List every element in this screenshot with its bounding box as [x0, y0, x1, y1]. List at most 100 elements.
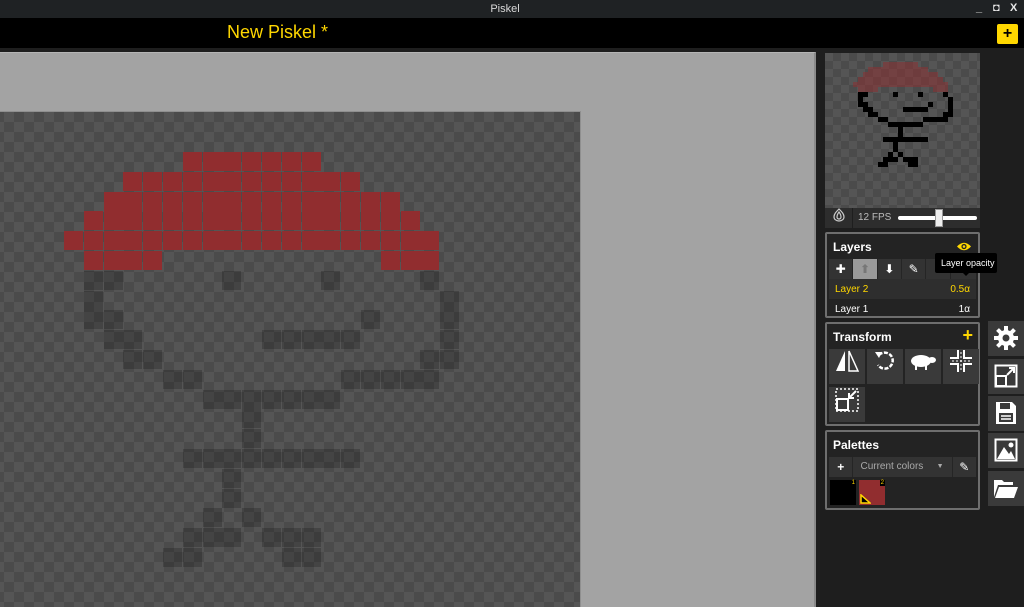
canvas-pixel-red: [222, 152, 242, 171]
canvas-pixel-outline: [420, 270, 440, 290]
drawing-canvas[interactable]: [0, 112, 580, 607]
canvas-pixel-red: [202, 171, 222, 191]
palette-color-1[interactable]: 1: [830, 480, 856, 505]
onion-skin-toggle[interactable]: [825, 208, 853, 228]
canvas-pixel-outline: [281, 548, 301, 567]
fps-slider-thumb[interactable]: [935, 209, 944, 227]
preview-pixel-outline: [883, 162, 888, 167]
center-button[interactable]: [943, 349, 979, 384]
document-title[interactable]: New Piskel *: [227, 22, 328, 43]
move-layer-down-button[interactable]: ⬇: [878, 259, 903, 279]
pencil-icon: ✎: [959, 460, 970, 474]
clone-button[interactable]: [905, 349, 941, 384]
canvas-pixel-red: [341, 191, 361, 211]
layers-title: Layers: [833, 240, 872, 254]
add-palette-button[interactable]: +: [829, 457, 854, 477]
canvas-pixel-red: [380, 191, 400, 211]
plus-icon: +: [837, 460, 845, 474]
canvas-pixel-outline: [242, 409, 262, 429]
canvas-pixel-outline: [242, 389, 262, 409]
layer-opacity[interactable]: 1α: [959, 304, 970, 315]
canvas-pixel-red: [64, 231, 83, 251]
canvas-pixel-red: [123, 191, 143, 211]
preview-pixel-outline: [863, 92, 868, 97]
sheep-icon: [911, 355, 936, 370]
flip-button[interactable]: [829, 349, 865, 384]
export-button[interactable]: [988, 433, 1024, 468]
canvas-pixel-outline: [281, 449, 301, 468]
canvas-pixel-red: [341, 211, 361, 231]
canvas-pixel-outline: [301, 449, 321, 468]
canvas-pixel-outline: [281, 389, 301, 409]
canvas-pixel-red: [420, 251, 440, 270]
canvas-pixel-outline: [400, 369, 420, 389]
canvas-pixel-red: [262, 191, 281, 211]
canvas-pixel-red: [123, 211, 143, 231]
palette-color-2[interactable]: 2: [859, 480, 885, 505]
canvas-pixel-outline: [301, 548, 321, 567]
open-button[interactable]: [988, 471, 1024, 506]
canvas-pixel-outline: [281, 330, 301, 350]
layer-opacity[interactable]: 0.5α: [950, 284, 970, 295]
maximize-button[interactable]: ◘: [993, 2, 1000, 14]
canvas-pixel-outline: [321, 270, 341, 290]
arrow-up-icon: ⬆: [859, 262, 871, 276]
add-layer-button[interactable]: ✚: [829, 259, 854, 279]
app-header: New Piskel * +: [0, 18, 1024, 48]
canvas-pixel-red: [163, 211, 182, 231]
canvas-pixel-outline: [420, 369, 440, 389]
minimize-button[interactable]: _: [976, 2, 982, 14]
rotate-button[interactable]: [867, 349, 903, 384]
plus-icon[interactable]: +: [962, 325, 973, 346]
edit-palette-button[interactable]: ✎: [953, 457, 976, 477]
canvas-pixel-outline: [202, 508, 222, 528]
canvas-pixel-outline: [440, 350, 460, 369]
move-layer-up-button[interactable]: ⬆: [853, 259, 878, 279]
canvas-pixel-outline: [242, 429, 262, 449]
palette-toolbar: + Current colors ▼ ✎: [829, 457, 976, 477]
canvas-pixel-red: [262, 152, 281, 171]
settings-button[interactable]: [988, 321, 1024, 356]
canvas-pixel-red: [301, 191, 321, 211]
layer-item-2[interactable]: Layer 2 0.5α: [829, 279, 976, 299]
fps-bar: 12 FPS: [825, 208, 980, 228]
resize-button[interactable]: [988, 359, 1024, 394]
canvas-pixel-outline: [182, 449, 202, 468]
save-button[interactable]: [988, 396, 1024, 431]
new-piskel-button[interactable]: +: [997, 24, 1018, 44]
canvas-pixel-red: [262, 211, 281, 231]
canvas-pixel-red: [281, 152, 301, 171]
close-button[interactable]: X: [1010, 2, 1017, 14]
canvas-pixel-red: [420, 231, 440, 251]
canvas-pixel-outline: [143, 350, 163, 369]
image-icon: [994, 438, 1018, 462]
layer-item-1[interactable]: Layer 1 1α: [829, 299, 976, 319]
pencil-icon: ✎: [908, 262, 919, 276]
canvas-pixel-red: [361, 211, 380, 231]
canvas-pixel-outline: [262, 389, 281, 409]
canvas-pixel-red: [83, 211, 103, 231]
fps-slider-track[interactable]: [898, 209, 977, 227]
canvas-pixel-red: [202, 231, 222, 251]
resize-icon: [994, 364, 1018, 388]
rotate-icon: [875, 351, 894, 370]
canvas-pixel-red: [301, 171, 321, 191]
crop-button[interactable]: [829, 387, 865, 422]
layer-opacity-tooltip: Layer opacity: [935, 253, 997, 273]
canvas-pixel-red: [83, 251, 103, 270]
center-icon: [950, 350, 972, 372]
eye-icon[interactable]: [956, 241, 972, 252]
canvas-pixel-outline: [103, 310, 123, 330]
flip-icon: [836, 350, 860, 372]
canvas-pixel-outline: [222, 468, 242, 488]
canvas-pixel-red: [202, 211, 222, 231]
edit-layer-button[interactable]: ✎: [902, 259, 927, 279]
preview-pixel-outline: [918, 122, 923, 127]
canvas-pixel-red: [143, 171, 163, 191]
preview-pixel-red: [943, 87, 948, 92]
canvas-pixel-red: [361, 191, 380, 211]
canvas-pixel-red: [321, 231, 341, 251]
preview-pixel-outline: [923, 137, 928, 142]
palette-select[interactable]: Current colors ▼: [853, 457, 953, 477]
plus-icon: ✚: [835, 262, 846, 276]
